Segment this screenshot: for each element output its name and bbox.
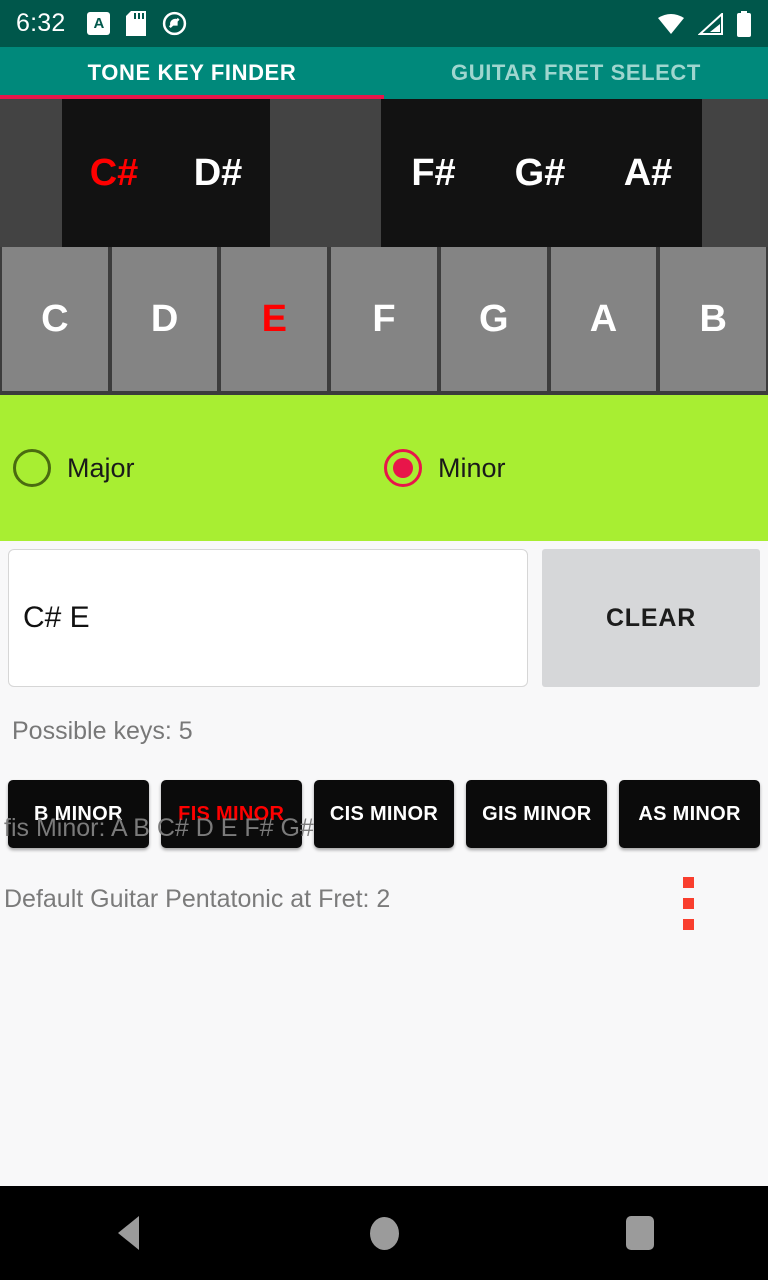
battery-icon — [737, 10, 751, 37]
app-root: 6:32 A TONE KEY FINDER GUITAR FRET SELEC… — [0, 0, 768, 1280]
fret-info-text: Default Guitar Pentatonic at Fret: 2 — [4, 885, 391, 913]
white-key-label: G — [478, 297, 509, 340]
white-key-d[interactable]: D — [111, 247, 218, 391]
black-key-label: A# — [623, 151, 673, 194]
cellular-signal-icon — [698, 12, 723, 35]
key-result-label: CIS MINOR — [329, 802, 439, 825]
overflow-menu-icon[interactable] — [677, 871, 700, 936]
main-content: C# E CLEAR Possible keys: 5 B MINOR FIS … — [0, 541, 768, 1186]
overflow-dot — [683, 877, 694, 888]
radio-button-minor-icon[interactable] — [384, 449, 422, 487]
radio-dot — [393, 458, 413, 478]
radio-button-major-icon[interactable] — [13, 449, 51, 487]
radio-label-major: Major — [67, 452, 135, 483]
tab-guitar-fret-select[interactable]: GUITAR FRET SELECT — [384, 47, 768, 99]
overflow-dot — [683, 919, 694, 930]
key-result-as-minor[interactable]: AS MINOR — [619, 780, 760, 848]
mode-selector-panel: Major Minor — [0, 395, 768, 541]
overflow-dot — [683, 898, 694, 909]
white-key-c[interactable]: C — [2, 247, 108, 391]
status-left-icons: A — [87, 11, 187, 36]
white-key-label: A — [589, 297, 618, 340]
white-key-label: E — [261, 297, 287, 340]
status-right-icons — [657, 10, 752, 37]
black-key-spacer — [0, 99, 62, 247]
nav-recents-button[interactable] — [512, 1216, 768, 1250]
note-input-row: C# E CLEAR — [8, 541, 760, 687]
white-key-f[interactable]: F — [331, 247, 437, 391]
black-key-d-sharp[interactable]: D# — [166, 99, 270, 247]
black-key-c-sharp[interactable]: C# — [62, 99, 166, 247]
black-key-g-sharp[interactable]: G# — [486, 99, 594, 247]
key-result-gis-minor[interactable]: GIS MINOR — [466, 780, 608, 848]
status-bar: 6:32 A — [0, 0, 768, 47]
radio-option-minor[interactable]: Minor — [384, 449, 768, 487]
tab-label: TONE KEY FINDER — [87, 60, 297, 85]
black-key-a-sharp[interactable]: A# — [594, 99, 702, 247]
black-key-spacer — [702, 99, 768, 247]
sd-card-icon — [126, 11, 147, 36]
tab-bar: TONE KEY FINDER GUITAR FRET SELECT — [0, 47, 768, 99]
white-key-label: C — [41, 297, 69, 340]
android-nav-bar — [0, 1186, 768, 1280]
nav-back-button[interactable] — [0, 1216, 256, 1250]
white-key-label: F — [372, 297, 396, 340]
black-key-f-sharp[interactable]: F# — [381, 99, 486, 247]
wifi-icon — [658, 13, 684, 34]
clear-button[interactable]: CLEAR — [542, 549, 760, 687]
white-key-label: B — [699, 297, 727, 340]
black-keys-row: C# D# F# G# A# — [0, 99, 768, 247]
do-not-disturb-icon — [163, 11, 187, 36]
possible-keys-count: Possible keys: 5 — [12, 717, 193, 745]
white-key-a[interactable]: A — [550, 247, 657, 391]
radio-label-minor: Minor — [438, 452, 506, 483]
radio-option-major[interactable]: Major — [0, 449, 384, 487]
key-result-label: AS MINOR — [638, 802, 741, 825]
white-key-b[interactable]: B — [660, 247, 767, 391]
white-keys-row: C D E F G A B — [0, 247, 768, 395]
black-key-spacer — [270, 99, 381, 247]
back-icon — [117, 1216, 139, 1250]
selected-notes-field[interactable]: C# E — [8, 549, 528, 687]
home-icon — [369, 1216, 399, 1250]
key-result-cis-minor[interactable]: CIS MINOR — [313, 780, 455, 848]
status-clock: 6:32 — [16, 9, 66, 37]
scale-notes-text: fis Minor: A B C# D E F# G# — [4, 814, 314, 842]
white-key-g[interactable]: G — [440, 247, 547, 391]
selected-notes-value: C# E — [23, 601, 90, 634]
tab-label: GUITAR FRET SELECT — [451, 60, 701, 85]
piano-keyboard: C# D# F# G# A# C D E F G A B — [0, 99, 768, 395]
black-key-label: C# — [89, 151, 139, 194]
a-badge-icon: A — [87, 12, 111, 35]
recents-icon — [626, 1216, 654, 1250]
black-key-label: D# — [193, 151, 243, 194]
key-result-label: GIS MINOR — [482, 802, 592, 825]
tab-tone-key-finder[interactable]: TONE KEY FINDER — [0, 47, 384, 99]
clear-button-label: CLEAR — [605, 603, 697, 632]
white-key-e[interactable]: E — [221, 247, 328, 391]
black-key-label: F# — [411, 151, 456, 194]
nav-home-button[interactable] — [256, 1216, 512, 1250]
white-key-label: D — [150, 297, 179, 340]
black-key-label: G# — [514, 151, 566, 194]
